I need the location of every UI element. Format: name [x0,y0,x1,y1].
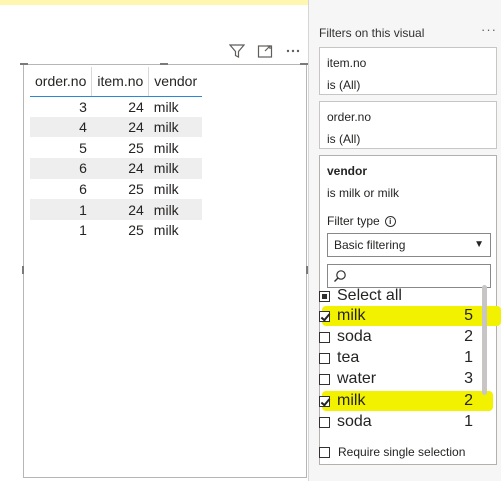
item-count: 2 [464,392,473,409]
filter-type-label: Filter type i [327,214,396,228]
filter-card-item-no[interactable]: item.no is (All) [319,47,497,95]
item-checkbox[interactable] [319,416,330,428]
filter-summary: is (All) [327,78,361,92]
filter-pane-title: Filters on this visual [319,26,425,40]
cell-item-no: 24 [91,116,149,138]
table-row: 5 25 milk [30,137,202,158]
more-options-icon[interactable] [284,42,302,60]
item-checkbox[interactable] [319,395,330,407]
select-all-checkbox[interactable] [319,290,330,302]
select-all-item[interactable]: Select all [309,286,477,306]
cell-vendor: milk [153,98,179,115]
cell-order-no: 3 [79,98,87,115]
list-item[interactable]: milk 5 [309,306,477,326]
item-label: soda [337,413,372,430]
cell-vendor: milk [148,158,203,179]
item-count: 1 [464,349,473,366]
cell-order-no: 4 [30,116,92,138]
list-item[interactable]: milk 2 [309,391,477,411]
table-row: 1 25 milk [30,220,202,241]
item-count: 3 [464,370,473,387]
list-scrollbar[interactable] [482,285,487,395]
item-checkbox[interactable] [319,331,330,343]
search-icon [334,270,346,282]
item-label: milk [337,307,366,324]
column-header-order-no[interactable]: order.no [30,67,93,97]
filter-pane: Filters on this visual ··· item.no is (A… [308,0,501,481]
item-label: soda [337,328,372,345]
cell-vendor: milk [153,139,179,156]
cell-order-no: 6 [30,158,92,179]
table-row: 3 24 milk [30,96,202,117]
data-table: order.no item.no vendor 3 24 milk 4 24 m… [30,67,203,241]
cell-order-no: 5 [79,139,87,156]
visual-header [228,42,302,60]
list-item[interactable]: tea 1 [309,348,477,368]
filter-field-name: item.no [327,56,367,70]
require-single-label: Require single selection [338,445,466,459]
cell-vendor: milk [148,116,203,138]
resize-handle-top-right[interactable] [300,63,308,65]
filter-icon[interactable] [228,42,246,60]
item-checkbox[interactable] [319,310,330,322]
item-label: water [337,370,377,387]
table-row: 6 24 milk [30,158,203,179]
require-single-checkbox[interactable] [319,446,330,458]
cell-vendor: milk [153,222,179,239]
column-header-item-no[interactable]: item.no [91,67,150,97]
item-label: tea [337,349,360,366]
cell-item-no: 24 [91,158,149,179]
item-checkbox[interactable] [319,373,330,385]
cell-item-no: 24 [128,98,144,115]
column-header-vendor[interactable]: vendor [148,67,203,97]
table-row: 1 24 milk [30,199,203,221]
cell-item-no: 25 [128,181,144,198]
item-count: 2 [464,328,473,345]
item-checkbox[interactable] [319,352,330,364]
cell-order-no: 1 [79,222,87,239]
cell-item-no: 25 [128,222,144,239]
item-count: 1 [464,413,473,430]
select-all-label: Select all [337,287,402,304]
search-input[interactable] [327,264,491,288]
filter-field-name: order.no [327,110,372,124]
filter-card-order-no[interactable]: order.no is (All) [319,101,497,149]
filter-type-value: Basic filtering [334,238,406,252]
chevron-down-icon: ▼ [474,239,484,250]
list-item[interactable]: soda 2 [309,327,477,347]
cell-order-no: 1 [30,199,92,221]
table-row: 6 25 milk [30,179,202,200]
info-icon[interactable]: i [384,215,396,227]
item-label: milk [337,392,366,409]
cell-vendor: milk [148,199,203,221]
filter-type-dropdown[interactable]: Basic filtering ▼ [327,233,491,257]
filter-summary: is milk or milk [327,186,399,200]
table-header-row: order.no item.no vendor [30,67,203,97]
cell-item-no: 25 [128,139,144,156]
more-options-icon[interactable]: ··· [481,22,497,37]
resize-handle-top-left[interactable] [20,63,28,65]
table-row: 4 24 milk [30,116,203,138]
filter-type-text: Filter type [327,214,380,228]
list-item[interactable]: soda 1 [309,412,477,432]
filter-summary: is (All) [327,132,361,146]
list-item[interactable]: water 3 [309,369,477,389]
filter-field-name: vendor [327,164,368,178]
item-count: 5 [464,307,473,324]
focus-mode-icon[interactable] [256,42,274,60]
resize-handle-left[interactable] [22,266,24,274]
cell-item-no: 24 [91,199,149,221]
cell-order-no: 6 [79,181,87,198]
cell-vendor: milk [153,181,179,198]
resize-handle-top[interactable] [160,63,168,65]
require-single-selection[interactable]: Require single selection [319,445,465,459]
